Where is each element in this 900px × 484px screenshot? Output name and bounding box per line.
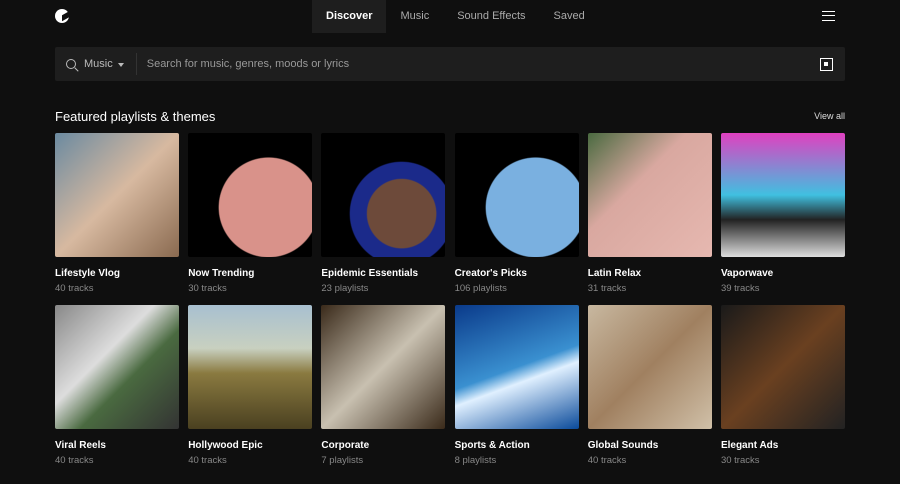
playlist-thumbnail[interactable] [188, 305, 313, 429]
playlist-count: 23 playlists [321, 283, 369, 294]
tab-music[interactable]: Music [386, 0, 443, 33]
playlist-thumbnail[interactable] [720, 305, 845, 429]
playlist-count: 40 tracks [587, 455, 627, 466]
playlist-count: 106 playlists [454, 283, 507, 294]
playlist-thumbnail[interactable] [321, 305, 446, 429]
playlist-card[interactable]: Sports & Action 8 playlists [454, 305, 579, 477]
view-all-link[interactable]: View all [814, 111, 845, 121]
playlist-title[interactable]: Global Sounds [588, 440, 712, 451]
playlist-thumbnail[interactable] [321, 133, 446, 257]
tab-discover[interactable]: Discover [312, 0, 387, 33]
category-dropdown[interactable]: Music [84, 58, 113, 70]
playlist-thumbnail[interactable] [188, 133, 313, 257]
playlist-count: 31 tracks [587, 283, 627, 294]
hamburger-menu-icon[interactable] [822, 11, 835, 21]
playlist-count: 40 tracks [55, 455, 94, 466]
playlist-count: 30 tracks [188, 283, 227, 294]
playlist-card[interactable]: Corporate 7 playlists [321, 305, 446, 477]
audio-match-icon[interactable] [820, 57, 833, 71]
playlist-count: 40 tracks [188, 455, 227, 466]
playlist-thumbnail[interactable] [55, 133, 179, 257]
playlist-card[interactable]: Elegant Ads 30 tracks [720, 305, 845, 477]
playlist-title[interactable]: Creator's Picks [455, 268, 579, 279]
divider [135, 53, 137, 75]
playlist-count: 30 tracks [720, 455, 760, 466]
playlist-thumbnail[interactable] [587, 305, 712, 429]
section-title: Featured playlists & themes [55, 109, 216, 124]
playlist-thumbnail[interactable] [55, 305, 179, 429]
playlist-count: 40 tracks [55, 283, 94, 294]
playlist-card[interactable]: Global Sounds 40 tracks [587, 305, 712, 477]
playlist-card[interactable]: Lifestyle Vlog 40 tracks [55, 133, 179, 305]
search-input[interactable] [146, 58, 820, 70]
playlist-card[interactable]: Creator's Picks 106 playlists [454, 133, 579, 305]
search-icon [66, 59, 76, 69]
playlist-title[interactable]: Viral Reels [55, 440, 179, 451]
playlist-title[interactable]: Hollywood Epic [188, 440, 312, 451]
playlist-title[interactable]: Vaporwave [721, 268, 845, 279]
main-nav: Discover Music Sound Effects Saved [312, 0, 599, 33]
playlist-thumbnail[interactable] [587, 133, 712, 257]
playlist-title[interactable]: Corporate [321, 440, 445, 451]
playlist-thumbnail[interactable] [454, 133, 579, 257]
playlist-title[interactable]: Lifestyle Vlog [55, 268, 179, 279]
playlist-count: 7 playlists [321, 455, 364, 466]
logo[interactable] [55, 9, 69, 23]
playlist-grid: Lifestyle Vlog 40 tracks Now Trending 30 tr… [55, 133, 845, 477]
playlist-title[interactable]: Sports & Action [455, 440, 579, 451]
caret-down-icon[interactable] [117, 62, 124, 70]
playlist-title[interactable]: Latin Relax [588, 268, 712, 279]
playlist-card[interactable]: Now Trending 30 tracks [188, 133, 313, 305]
playlist-card[interactable]: Vaporwave 39 tracks [720, 133, 845, 305]
playlist-card[interactable]: Hollywood Epic 40 tracks [188, 305, 313, 477]
playlist-count: 39 tracks [720, 283, 760, 294]
playlist-card[interactable]: Epidemic Essentials 23 playlists [321, 133, 446, 305]
playlist-title[interactable]: Elegant Ads [721, 440, 845, 451]
tab-saved[interactable]: Saved [540, 0, 599, 33]
playlist-card[interactable]: Viral Reels 40 tracks [55, 305, 179, 477]
tab-sound-effects[interactable]: Sound Effects [443, 0, 539, 33]
playlist-title[interactable]: Epidemic Essentials [321, 268, 445, 279]
search-bar: Music [55, 47, 845, 81]
playlist-card[interactable]: Latin Relax 31 tracks [587, 133, 712, 305]
playlist-thumbnail[interactable] [720, 133, 845, 257]
playlist-thumbnail[interactable] [454, 305, 579, 429]
playlist-count: 8 playlists [454, 455, 497, 466]
playlist-title[interactable]: Now Trending [188, 268, 312, 279]
